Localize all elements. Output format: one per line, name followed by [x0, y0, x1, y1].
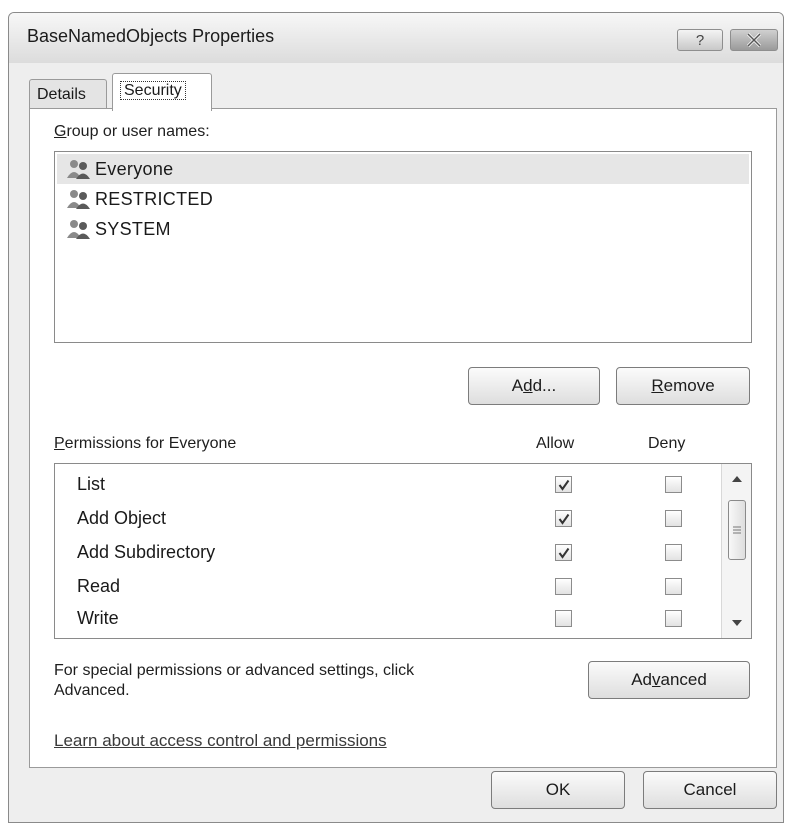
list-item-label: RESTRICTED: [95, 188, 214, 209]
check-icon: [558, 479, 569, 491]
advanced-hint: For special permissions or advanced sett…: [54, 661, 414, 701]
group-user-list[interactable]: Everyone RESTRICTED SYSTEM: [54, 151, 752, 343]
permission-name: Read: [77, 576, 121, 596]
permission-row: Read: [55, 570, 715, 603]
permission-row: List: [55, 468, 715, 501]
remove-button[interactable]: Remove: [616, 367, 750, 405]
security-panel: Group or user names: Everyone RESTRICTED: [29, 108, 777, 768]
permission-name: List: [77, 474, 106, 494]
allow-column-header: Allow: [536, 435, 575, 452]
tab-security-label: Security: [120, 81, 186, 100]
close-icon: [746, 33, 762, 47]
advanced-button[interactable]: Ad v anced: [588, 661, 750, 699]
triangle-down-icon: [732, 620, 742, 626]
deny-checkbox[interactable]: [665, 610, 682, 627]
group-names-label: Group or user names:: [54, 123, 210, 140]
advanced-hint-line2: Advanced.: [54, 682, 130, 699]
window-title: BaseNamedObjects Properties: [27, 26, 275, 46]
permissions-label: Permissions for Everyone: [54, 435, 237, 452]
permission-name: Add Subdirectory: [77, 542, 216, 562]
properties-dialog: BaseNamedObjects Properties ? Details Se…: [8, 12, 784, 823]
user-group-icon: [67, 220, 90, 239]
deny-checkbox[interactable]: [665, 544, 682, 561]
allow-checkbox[interactable]: [555, 476, 572, 493]
permissions-list[interactable]: List Add Object Add Subdirectory Read Wr…: [54, 463, 752, 639]
scroll-up-button[interactable]: [722, 464, 751, 494]
permissions-scrollbar[interactable]: [721, 464, 751, 638]
triangle-up-icon: [732, 476, 742, 482]
allow-checkbox[interactable]: [555, 578, 572, 595]
permission-name: Add Object: [77, 508, 167, 528]
list-item-label: SYSTEM: [95, 218, 171, 239]
list-item-restricted[interactable]: RESTRICTED: [57, 184, 749, 214]
advanced-hint-line1: For special permissions or advanced sett…: [54, 662, 415, 679]
deny-checkbox[interactable]: [665, 476, 682, 493]
list-item-label: Everyone: [95, 158, 174, 179]
check-icon: [558, 513, 569, 525]
deny-column-header: Deny: [648, 435, 686, 452]
permission-row: Write: [55, 602, 715, 635]
check-icon: [558, 547, 569, 559]
grip-icon: [733, 526, 741, 534]
list-item-everyone[interactable]: Everyone: [57, 154, 749, 184]
title-bar[interactable]: BaseNamedObjects Properties ?: [9, 13, 783, 63]
permission-row: Add Subdirectory: [55, 536, 715, 569]
user-group-icon: [67, 160, 90, 179]
scroll-down-button[interactable]: [722, 608, 751, 638]
tab-strip: Details Security: [29, 73, 783, 111]
cancel-button[interactable]: Cancel: [643, 771, 777, 809]
user-group-icon: [67, 190, 90, 209]
allow-checkbox[interactable]: [555, 610, 572, 627]
tab-security[interactable]: Security: [112, 73, 212, 111]
help-button[interactable]: ?: [677, 29, 723, 51]
deny-checkbox[interactable]: [665, 578, 682, 595]
scroll-thumb[interactable]: [728, 500, 746, 560]
list-item-system[interactable]: SYSTEM: [57, 214, 749, 244]
permission-name: Write: [77, 608, 119, 628]
permission-row: Add Object: [55, 502, 715, 535]
tab-details[interactable]: Details: [29, 79, 107, 109]
allow-checkbox[interactable]: [555, 510, 572, 527]
access-control-help-link[interactable]: Learn about access control and permissio…: [54, 731, 387, 751]
deny-checkbox[interactable]: [665, 510, 682, 527]
allow-checkbox[interactable]: [555, 544, 572, 561]
ok-button[interactable]: OK: [491, 771, 625, 809]
close-button[interactable]: [730, 29, 778, 51]
add-button[interactable]: Ad d...: [468, 367, 600, 405]
help-icon: ?: [695, 31, 705, 49]
